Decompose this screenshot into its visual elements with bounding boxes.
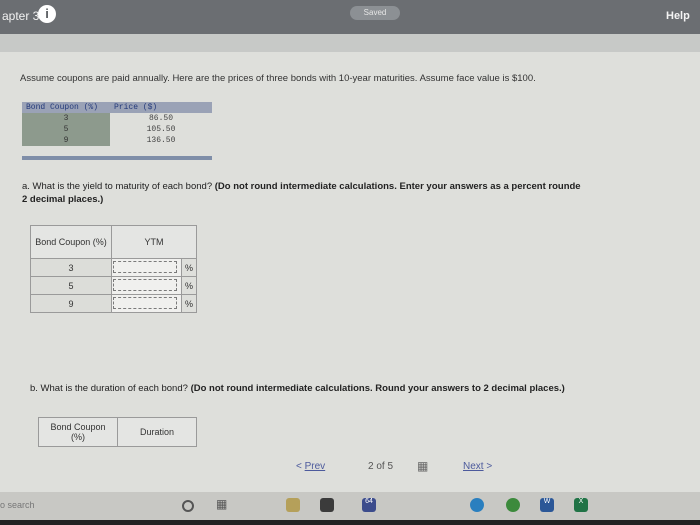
coupon-cell: 9 [30, 294, 112, 313]
cortana-icon[interactable] [182, 500, 194, 512]
duration-answer-table: Bond Coupon (%) Duration [38, 417, 197, 447]
page-indicator[interactable]: 2 of 5 [368, 461, 393, 472]
question-grid-icon[interactable]: ▦ [417, 459, 428, 473]
ytm-input-3[interactable] [111, 258, 182, 277]
question-b-text: b. What is the duration of each bond? [30, 383, 191, 394]
coupon-cell: 9 [22, 135, 110, 146]
file-explorer-icon[interactable] [286, 498, 300, 512]
price-cell: 105.50 [146, 125, 176, 134]
table-footer-bar [22, 156, 212, 160]
edge-icon[interactable] [470, 498, 484, 512]
next-button[interactable]: Next > [463, 461, 492, 472]
store-icon[interactable] [320, 498, 334, 512]
duration-header-coupon: Bond Coupon (%) [38, 417, 118, 447]
taskbar-search[interactable]: o search [0, 500, 35, 510]
question-b-instructions: (Do not round intermediate calculations.… [190, 383, 565, 394]
excel-icon[interactable]: X [574, 498, 588, 512]
top-bar: apter 3 i Saved Help [0, 0, 700, 34]
question-b: b. What is the duration of each bond? (D… [30, 383, 565, 394]
duration-header: Duration [117, 417, 197, 447]
table-row: 3 % [30, 258, 197, 277]
chapter-title: apter 3 [2, 9, 40, 23]
question-a-instructions-cont: 2 decimal places.) [22, 194, 104, 205]
ytm-header: YTM [111, 225, 197, 259]
table-row: 3 86.50 [22, 113, 212, 124]
word-icon[interactable]: W [540, 498, 554, 512]
question-a-instructions: (Do not round intermediate calculations.… [214, 181, 581, 192]
prev-button[interactable]: < Prev [296, 461, 325, 472]
percent-unit: % [181, 276, 197, 295]
screen-bottom-edge [0, 520, 700, 525]
coupon-cell: 3 [22, 113, 110, 124]
help-link[interactable]: Help [666, 10, 690, 22]
question-a-text: a. What is the yield to maturity of each… [22, 181, 215, 192]
mail-icon[interactable]: 64 [362, 498, 376, 512]
price-cell: 136.50 [146, 136, 176, 145]
given-header-coupon: Bond Coupon (%) [22, 102, 110, 113]
bond-price-table: Bond Coupon (%) Price ($) 3 86.50 5 105.… [22, 102, 212, 146]
ytm-input-5[interactable] [111, 276, 182, 295]
info-icon[interactable]: i [38, 5, 56, 23]
problem-intro: Assume coupons are paid annually. Here a… [20, 73, 536, 84]
saved-status-badge: Saved [350, 6, 400, 20]
ytm-input-9[interactable] [111, 294, 182, 313]
given-header-price: Price ($) [110, 102, 212, 113]
price-cell: 86.50 [148, 114, 173, 123]
percent-unit: % [181, 294, 197, 313]
question-a: a. What is the yield to maturity of each… [22, 180, 692, 206]
table-row: 9 % [30, 294, 197, 313]
table-row: 9 136.50 [22, 135, 212, 146]
chrome-icon[interactable] [506, 498, 520, 512]
coupon-cell: 3 [30, 258, 112, 277]
percent-unit: % [181, 258, 197, 277]
header-divider [0, 34, 700, 52]
coupon-cell: 5 [30, 276, 112, 295]
ytm-header-coupon: Bond Coupon (%) [30, 225, 112, 259]
table-row: 5 % [30, 276, 197, 295]
task-view-icon[interactable]: ▦ [216, 497, 230, 511]
ytm-answer-table: Bond Coupon (%) YTM 3 % 5 % 9 % [30, 225, 197, 313]
coupon-cell: 5 [22, 124, 110, 135]
table-row: 5 105.50 [22, 124, 212, 135]
